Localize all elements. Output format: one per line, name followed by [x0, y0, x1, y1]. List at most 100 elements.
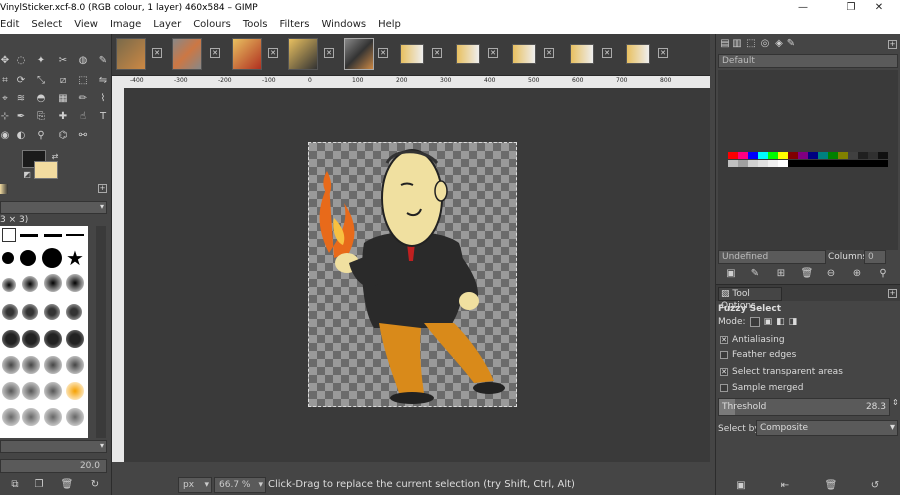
- close-tab-icon[interactable]: ✕: [488, 48, 498, 58]
- image-tab-thumb[interactable]: [288, 38, 318, 70]
- brush-item[interactable]: [22, 408, 40, 426]
- brush-item[interactable]: [66, 408, 84, 426]
- brush-item[interactable]: [44, 330, 62, 348]
- image-tab-thumb[interactable]: [232, 38, 262, 70]
- reset-options-icon[interactable]: ↺: [868, 480, 882, 491]
- warp-tool-icon[interactable]: ≋: [14, 92, 28, 106]
- palette-swatch[interactable]: [738, 152, 748, 159]
- feather-option[interactable]: Feather edges: [720, 349, 796, 361]
- zoom-tool-icon[interactable]: ⚯: [76, 129, 90, 143]
- foreground-select-tool-icon[interactable]: ◍: [76, 54, 90, 68]
- close-tab-icon[interactable]: ✕: [268, 48, 278, 58]
- menu-edit[interactable]: Edit: [0, 16, 25, 34]
- brush-item[interactable]: [22, 276, 38, 292]
- mode-subtract-icon[interactable]: ◧: [776, 317, 785, 327]
- palette-swatch[interactable]: [758, 152, 768, 159]
- brush-item[interactable]: [2, 356, 20, 374]
- palette-swatch[interactable]: [848, 152, 858, 159]
- threshold-slider[interactable]: Threshold 28.3: [718, 398, 890, 416]
- brush-filter-select[interactable]: ▾: [0, 440, 107, 453]
- scale-tool-icon[interactable]: ⤡: [34, 74, 48, 88]
- configure-tab-icon[interactable]: +: [888, 40, 897, 49]
- brushes-tab-icon[interactable]: ✎: [784, 38, 798, 49]
- move-tool-icon[interactable]: ✥: [0, 54, 12, 68]
- close-tab-icon[interactable]: ✕: [432, 48, 442, 58]
- brush-preset-select[interactable]: ▾: [0, 201, 107, 214]
- feather-checkbox[interactable]: [720, 351, 728, 359]
- brush-item[interactable]: [2, 330, 20, 348]
- text-tool-icon[interactable]: T: [96, 110, 110, 124]
- menu-view[interactable]: View: [68, 16, 104, 34]
- new-color-icon[interactable]: ⊞: [774, 268, 788, 279]
- brush-item[interactable]: [2, 382, 20, 400]
- copy-brush-icon[interactable]: ❐: [32, 478, 46, 492]
- brush-item[interactable]: [2, 278, 16, 292]
- antialiasing-option[interactable]: ✕ Antialiasing: [720, 334, 785, 346]
- airbrush-tool-icon[interactable]: ⊹: [0, 110, 12, 124]
- palette-swatch[interactable]: [818, 152, 828, 159]
- sample-merged-checkbox[interactable]: [720, 384, 728, 392]
- image-tab-thumb[interactable]: [400, 44, 424, 64]
- brush-name-field[interactable]: Undefined: [718, 250, 826, 264]
- palette-swatch[interactable]: [868, 152, 878, 159]
- brush-item[interactable]: [44, 408, 62, 426]
- menu-select[interactable]: Select: [25, 16, 68, 34]
- zoom-out-icon[interactable]: ⊖: [824, 268, 838, 279]
- brush-spacing-slider[interactable]: 20.0: [0, 459, 107, 473]
- delete-brush-icon[interactable]: 🗑: [60, 478, 74, 492]
- palette-swatch[interactable]: [728, 160, 738, 167]
- edit-palette-icon[interactable]: ▣: [724, 268, 738, 279]
- palette-swatch[interactable]: [768, 160, 778, 167]
- menu-filters[interactable]: Filters: [273, 16, 315, 34]
- flip-tool-icon[interactable]: ⇋: [96, 74, 110, 88]
- blur-tool-icon[interactable]: ◉: [0, 129, 12, 143]
- palette-swatch[interactable]: [758, 160, 768, 167]
- delete-options-icon[interactable]: 🗑: [824, 480, 838, 491]
- image-tab-thumb[interactable]: [512, 44, 536, 64]
- configure-tab-icon[interactable]: +: [98, 184, 107, 193]
- heal-tool-icon[interactable]: ✚: [56, 110, 70, 124]
- smudge-tool-icon[interactable]: ☝: [76, 110, 90, 124]
- transparent-checkbox[interactable]: ✕: [720, 368, 728, 376]
- close-tab-icon[interactable]: ✕: [658, 48, 668, 58]
- palette-swatch[interactable]: [728, 152, 738, 159]
- close-tab-icon[interactable]: ✕: [210, 48, 220, 58]
- zoom-fit-icon[interactable]: ⚲: [876, 268, 890, 279]
- brush-item[interactable]: [2, 304, 18, 320]
- brush-item[interactable]: [66, 274, 84, 292]
- palette-swatch[interactable]: [828, 152, 838, 159]
- palette-editor-icon[interactable]: ✎: [748, 268, 762, 279]
- refresh-brushes-icon[interactable]: ↻: [88, 478, 102, 492]
- threshold-spin-icon[interactable]: ⇕: [892, 398, 899, 407]
- brush-item[interactable]: [2, 408, 20, 426]
- image-tab-thumb-active[interactable]: [344, 38, 374, 70]
- restore-options-icon[interactable]: ⇤: [778, 480, 792, 491]
- duplicate-brush-icon[interactable]: ⧉: [8, 478, 22, 492]
- paintbrush-tool-icon[interactable]: ⌇: [96, 92, 110, 106]
- channels-tab-icon[interactable]: ▥: [730, 38, 744, 49]
- perspective-tool-icon[interactable]: ⬚: [76, 74, 90, 88]
- image-tab-thumb[interactable]: [570, 44, 594, 64]
- transparent-option[interactable]: ✕ Select transparent areas: [720, 366, 843, 378]
- dodge-tool-icon[interactable]: ◐: [14, 129, 28, 143]
- close-tab-icon[interactable]: ✕: [324, 48, 334, 58]
- brushes-grid[interactable]: ★: [0, 226, 88, 438]
- brush-item[interactable]: [44, 382, 62, 400]
- lasso-tool-icon[interactable]: ◌: [14, 54, 28, 68]
- image-tab-thumb[interactable]: [456, 44, 480, 64]
- brush-item[interactable]: [66, 234, 84, 236]
- cage-tool-icon[interactable]: ⌖: [0, 92, 12, 106]
- close-tab-icon[interactable]: ✕: [378, 48, 388, 58]
- palette-swatch[interactable]: [858, 152, 868, 159]
- sample-merged-option[interactable]: Sample merged: [720, 382, 803, 394]
- fuzzy-select-tool-icon[interactable]: ✦: [34, 54, 48, 68]
- palette-swatch[interactable]: [768, 152, 778, 159]
- brush-selected[interactable]: [2, 228, 16, 242]
- palette-swatch[interactable]: [748, 160, 758, 167]
- mode-add-icon[interactable]: ▣: [764, 317, 773, 327]
- menu-layer[interactable]: Layer: [147, 16, 187, 34]
- menu-image[interactable]: Image: [104, 16, 147, 34]
- palette-swatch[interactable]: [778, 160, 788, 167]
- brush-item[interactable]: [20, 250, 36, 266]
- default-colors-icon[interactable]: ◩: [20, 168, 34, 182]
